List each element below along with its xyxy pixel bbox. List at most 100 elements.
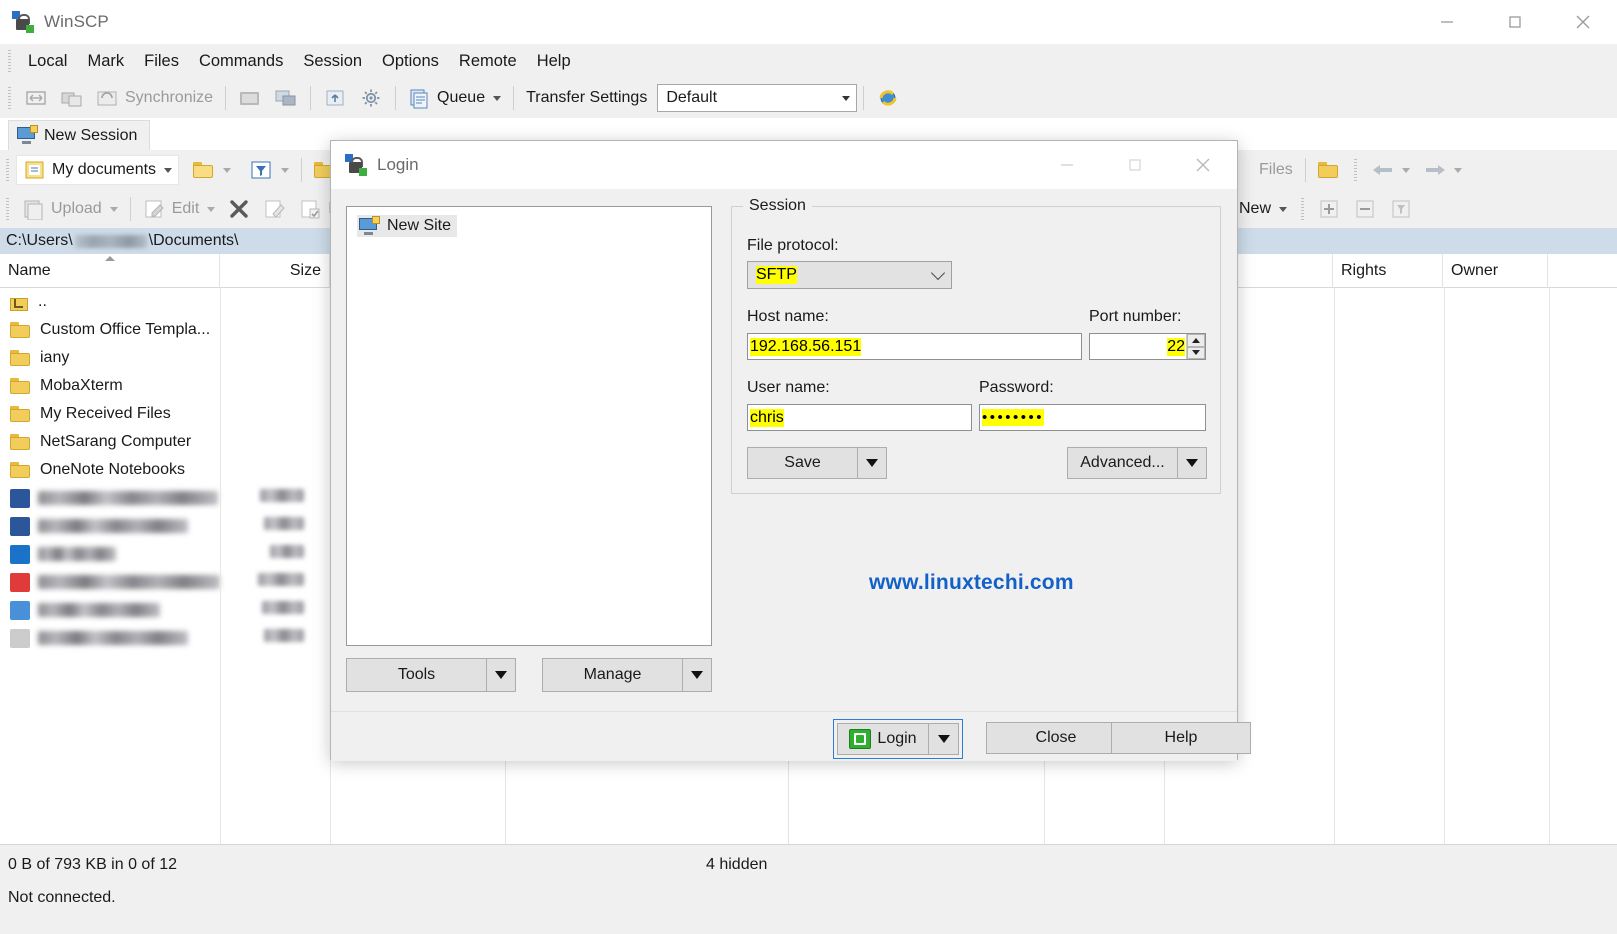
preferences-button[interactable] [353,83,389,113]
queue-label: Queue [437,89,485,107]
manage-button[interactable]: Manage [542,658,712,692]
edit-chevron-down-icon[interactable] [207,207,215,212]
file-name-cell: iany [0,349,220,367]
close-icon[interactable] [1549,0,1617,44]
properties-icon [299,198,323,220]
file-name-cell [0,601,220,620]
column-header-name[interactable]: Name [0,254,220,288]
dialog-minimize-icon[interactable] [1033,141,1101,189]
menubar-grip[interactable] [6,50,14,72]
password-input[interactable]: •••••••• [979,404,1206,431]
status-connection: Not connected. [8,889,116,907]
remote-files-button[interactable]: Files [1253,155,1299,185]
user-name-value: chris [750,409,784,427]
sites-tree[interactable]: New Site [346,206,712,646]
new-button[interactable]: New [1233,194,1293,224]
port-decrement-button[interactable] [1187,347,1205,360]
console-button[interactable] [232,83,268,113]
upload-chevron-down-icon[interactable] [110,207,118,212]
port-number-input[interactable]: 22 [1089,333,1206,360]
filter-chevron-down-icon[interactable] [281,168,289,173]
manage-button-label: Manage [542,658,682,692]
advanced-button[interactable]: Advanced... [1067,447,1207,479]
save-button[interactable]: Save [747,447,887,479]
menu-remote[interactable]: Remote [449,49,527,74]
file-name-cell: My Received Files [0,405,220,423]
close-button[interactable]: Close [986,722,1126,754]
user-name-input[interactable]: chris [747,404,972,431]
back-button[interactable] [1364,155,1416,185]
file-name-cell [0,545,220,564]
file-protocol-select[interactable]: SFTP [747,261,952,289]
local-toolbar-grip[interactable] [4,159,12,181]
remote-col-divider-5 [1549,288,1550,844]
menu-session[interactable]: Session [293,49,372,74]
chevron-down-icon [931,266,945,280]
rename-button[interactable] [257,194,293,224]
menu-help[interactable]: Help [527,49,581,74]
delete-button[interactable] [221,194,257,224]
tools-button[interactable]: Tools [346,658,516,692]
queue-chevron-down-icon[interactable] [493,96,501,101]
login-button[interactable]: Login [833,719,963,759]
tab-new-session[interactable]: New Session [8,120,150,150]
advanced-chevron-down-icon[interactable] [1177,447,1207,479]
back-chevron-down-icon[interactable] [1402,168,1410,173]
synchronize-button[interactable]: Synchronize [90,83,219,113]
help-button[interactable]: Help [1111,722,1251,754]
remote-parent-directory-button[interactable] [1312,155,1346,185]
column-header-rights[interactable]: Rights [1333,254,1443,288]
open-directory-button[interactable] [187,155,237,185]
queue-button[interactable]: Queue [402,83,507,113]
filter-button[interactable] [243,155,295,185]
open-terminal-button[interactable] [268,83,304,113]
transfer-settings-combo[interactable]: Default [657,84,857,112]
port-number-stepper[interactable] [1186,334,1205,359]
chevron-down-icon[interactable] [842,96,850,101]
user-name-label: User name: [747,379,830,397]
column-header-size[interactable]: Size [220,254,330,288]
menu-files[interactable]: Files [134,49,189,74]
swap-sides-button[interactable] [18,83,54,113]
login-button-main[interactable]: Login [837,723,929,755]
file-name-cell: .. [0,293,220,311]
port-increment-button[interactable] [1187,334,1205,347]
host-name-input[interactable]: 192.168.56.151 [747,333,1082,360]
toolbar-grip[interactable] [6,87,14,109]
edit-button[interactable]: Edit [137,194,222,224]
local-drive-chevron-down-icon[interactable] [164,168,172,173]
add-button[interactable] [1311,194,1347,224]
forward-chevron-down-icon[interactable] [1454,168,1462,173]
file-size-value [264,629,304,642]
new-chevron-down-icon[interactable] [1279,207,1287,212]
file-size-cell [220,601,320,619]
remote-file-grip[interactable] [1299,198,1307,220]
local-drive-selector[interactable]: My documents [16,155,179,185]
local-file-toolbar-grip[interactable] [4,198,12,220]
column-header-owner[interactable]: Owner [1443,254,1548,288]
maximize-icon[interactable] [1481,0,1549,44]
remote-filter-button[interactable] [1383,194,1419,224]
login-chevron-down-icon[interactable] [929,723,959,755]
menu-options[interactable]: Options [372,49,449,74]
menu-commands[interactable]: Commands [189,49,293,74]
save-chevron-down-icon[interactable] [857,447,887,479]
dialog-close-icon[interactable] [1169,141,1237,189]
refresh-button[interactable] [870,83,906,113]
forward-button[interactable] [1416,155,1468,185]
open-directory-chevron-down-icon[interactable] [223,168,231,173]
remote-nav-grip[interactable] [1352,159,1360,181]
dialog-maximize-icon[interactable] [1101,141,1169,189]
minimize-icon[interactable] [1413,0,1481,44]
synchronize-browsing-button[interactable] [54,83,90,113]
tools-chevron-down-icon[interactable] [486,658,516,692]
menu-mark[interactable]: Mark [77,49,134,74]
tree-item-new-site[interactable]: New Site [357,215,457,237]
menu-local[interactable]: Local [18,49,77,74]
put-file-button[interactable] [317,83,353,113]
manage-chevron-down-icon[interactable] [682,658,712,692]
upload-button[interactable]: Upload [16,194,124,224]
remove-button[interactable] [1347,194,1383,224]
upload-label: Upload [51,200,102,218]
file-size-cell [220,629,320,647]
